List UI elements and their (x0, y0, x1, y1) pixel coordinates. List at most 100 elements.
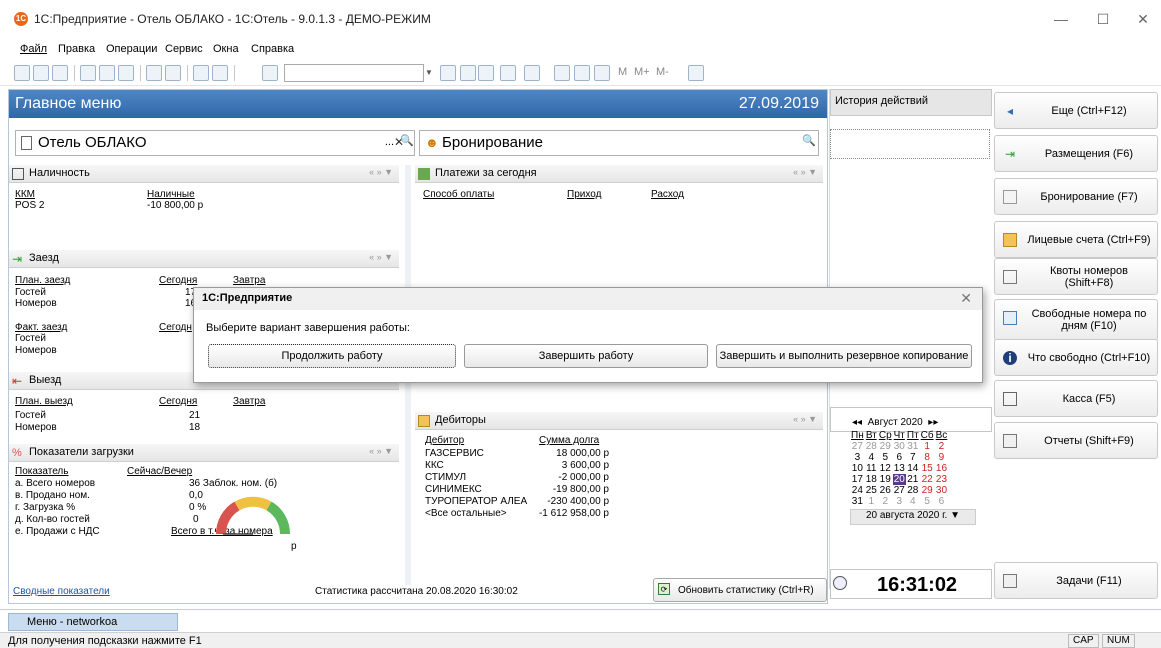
calendar-day[interactable]: 4 (865, 452, 878, 463)
clear-icon[interactable] (440, 65, 456, 81)
calendar-day[interactable]: 29 (878, 441, 893, 452)
calendar-day[interactable]: 29 (920, 485, 935, 496)
calendar-day[interactable]: 9 (935, 452, 949, 463)
calendar-day[interactable]: 5 (878, 452, 893, 463)
close-icon[interactable]: ✕ (960, 290, 972, 307)
menu-operations[interactable]: Операции (106, 43, 157, 55)
chevron-down-icon[interactable]: ▼ (424, 64, 434, 82)
calendar-day[interactable]: 27 (893, 485, 906, 496)
print-icon[interactable] (146, 65, 162, 81)
info-icon[interactable] (524, 65, 540, 81)
calendar-day[interactable]: 25 (865, 485, 878, 496)
calendar-day[interactable]: 4 (906, 496, 920, 507)
memory-m-button[interactable]: M (618, 66, 627, 78)
calendar-day[interactable]: 2 (935, 441, 949, 452)
calendar-day[interactable]: 6 (893, 452, 906, 463)
calendar-day[interactable]: 28 (906, 485, 920, 496)
select-button[interactable]: ... (385, 136, 394, 148)
calendar-day[interactable]: 24 (850, 485, 865, 496)
reports-button[interactable]: Отчеты (Shift+F9) (994, 422, 1158, 459)
calendar-day[interactable]: 31 (850, 496, 865, 507)
calendar-day[interactable]: 27 (850, 441, 865, 452)
search-icon[interactable]: 🔍 (802, 134, 816, 147)
finish-work-button[interactable]: Завершить работу (464, 344, 708, 368)
calendar-day[interactable]: 8 (920, 452, 935, 463)
free-rooms-button[interactable]: Свободные номера по дням (F10) (994, 299, 1158, 341)
calendar-day[interactable]: 22 (920, 474, 935, 485)
tasks-button[interactable]: Задачи (F11) (994, 562, 1158, 599)
menu-file[interactable]: Файл (20, 43, 47, 55)
find-prev-icon[interactable] (460, 65, 476, 81)
prev-month-icon[interactable]: ◂◂ (852, 417, 862, 428)
calendar-day[interactable]: 20 (892, 474, 906, 485)
calendar-day[interactable]: 16 (935, 463, 949, 474)
window-icon[interactable] (500, 65, 516, 81)
calendar-day[interactable]: 1 (920, 441, 935, 452)
accounts-button[interactable]: Лицевые счета (Ctrl+F9) (994, 221, 1158, 258)
calendar-day[interactable]: 12 (878, 463, 893, 474)
calendar-day[interactable]: 2 (878, 496, 893, 507)
maximize-icon[interactable]: ☐ (1088, 8, 1118, 32)
preview-icon[interactable] (165, 65, 181, 81)
calendar-day[interactable]: 21 (906, 474, 920, 485)
calendar-selected-date[interactable]: 20 августа 2020 г. ▼ (850, 509, 976, 525)
cash-button[interactable]: Касса (F5) (994, 380, 1158, 417)
collapse-icon[interactable]: « » ▼ (369, 167, 393, 177)
quota-button[interactable]: Квоты номеров (Shift+F8) (994, 258, 1158, 295)
calendar-day[interactable]: 30 (935, 485, 949, 496)
calendar-day[interactable]: 18 (865, 474, 878, 485)
search-input[interactable] (284, 64, 424, 82)
menu-windows[interactable]: Окна (213, 43, 239, 55)
calc-icon[interactable] (554, 65, 570, 81)
menu-help[interactable]: Справка (251, 43, 294, 55)
next-month-icon[interactable]: ▸▸ (928, 417, 938, 428)
menu-edit[interactable]: Правка (58, 43, 95, 55)
collapse-icon[interactable]: « » ▼ (369, 446, 393, 456)
calendar-day[interactable]: 30 (893, 441, 906, 452)
calendar-day[interactable]: 23 (935, 474, 949, 485)
save-icon[interactable] (52, 65, 68, 81)
finish-backup-button[interactable]: Завершить и выполнить резервное копирова… (716, 344, 972, 368)
close-icon[interactable]: ✕ (1128, 8, 1158, 32)
calendar-icon[interactable] (574, 65, 590, 81)
calendar-day[interactable]: 10 (850, 463, 865, 474)
calendar-day[interactable]: 5 (920, 496, 935, 507)
undo-icon[interactable] (193, 65, 209, 81)
summary-link[interactable]: Сводные показатели (13, 586, 110, 597)
calendar-day[interactable]: 3 (893, 496, 906, 507)
cut-icon[interactable] (80, 65, 96, 81)
calendar-day[interactable]: 26 (878, 485, 893, 496)
calendar-day[interactable]: 15 (920, 463, 935, 474)
open-icon[interactable] (33, 65, 49, 81)
calendar-day[interactable]: 1 (865, 496, 878, 507)
calendar-day[interactable]: 7 (906, 452, 920, 463)
users-icon[interactable] (594, 65, 610, 81)
tools-icon[interactable] (688, 65, 704, 81)
calendar-day[interactable]: 28 (865, 441, 878, 452)
more-button[interactable]: ◂ Еще (Ctrl+F12) (994, 92, 1158, 129)
calendar-day[interactable]: 13 (893, 463, 906, 474)
continue-work-button[interactable]: Продолжить работу (208, 344, 456, 368)
hotel-selector[interactable]: Отель ОБЛАКО ... ✕ 🔍 (15, 130, 415, 156)
calendar-day[interactable]: 17 (850, 474, 865, 485)
search-icon[interactable] (262, 65, 278, 81)
memory-plus-button[interactable]: M+ (634, 66, 650, 78)
find-next-icon[interactable] (478, 65, 494, 81)
collapse-icon[interactable]: « » ▼ (793, 167, 817, 177)
calendar-day[interactable]: 3 (850, 452, 865, 463)
search-icon[interactable]: 🔍 (400, 134, 414, 147)
copy-icon[interactable] (99, 65, 115, 81)
minimize-icon[interactable]: — (1046, 8, 1076, 32)
new-icon[interactable] (14, 65, 30, 81)
what-free-button[interactable]: i Что свободно (Ctrl+F10) (994, 339, 1158, 376)
history-list[interactable] (830, 129, 990, 159)
accommodation-button[interactable]: ⇥ Размещения (F6) (994, 135, 1158, 172)
paste-icon[interactable] (118, 65, 134, 81)
calendar-month-nav[interactable]: ◂◂ Август 2020 ▸▸ (850, 417, 976, 428)
refresh-stats-button[interactable]: ⟳ Обновить статистику (Ctrl+R) (653, 578, 827, 602)
calendar-day[interactable]: 31 (906, 441, 920, 452)
booking-button[interactable]: Бронирование (F7) (994, 178, 1158, 215)
collapse-icon[interactable]: « » ▼ (793, 414, 817, 424)
calendar-day[interactable]: 19 (878, 474, 893, 485)
taskbar-tab[interactable]: Меню - networkoa (8, 613, 178, 631)
